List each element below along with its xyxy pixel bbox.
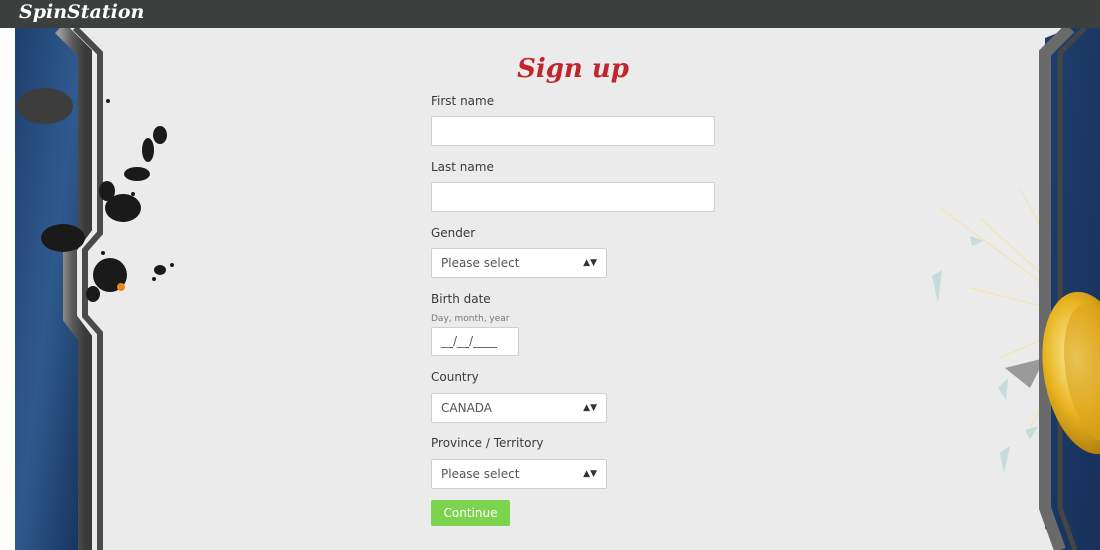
select-arrows-icon: ▲▼ — [583, 469, 597, 479]
province-select[interactable]: Please select ▲▼ — [431, 459, 607, 489]
continue-button[interactable]: Continue — [431, 500, 510, 526]
page-title: Sign up — [517, 54, 629, 84]
select-arrows-icon: ▲▼ — [583, 258, 597, 268]
birth-date-hint: Day, month, year — [431, 314, 510, 324]
birth-date-label: Birth date — [431, 292, 491, 306]
province-select-value: Please select — [441, 467, 520, 481]
birth-date-input[interactable]: __/__/____ — [431, 327, 519, 356]
country-label: Country — [431, 370, 479, 384]
select-arrows-icon: ▲▼ — [583, 403, 597, 413]
gender-select[interactable]: Please select ▲▼ — [431, 248, 607, 278]
last-name-input[interactable] — [431, 182, 715, 212]
country-select-value: CANADA — [441, 401, 493, 415]
top-bar: SpinStation — [0, 0, 1100, 28]
spaceship-frame-left-decoration — [15, 28, 174, 550]
province-label: Province / Territory — [431, 436, 544, 450]
site-logo[interactable]: SpinStation — [19, 0, 144, 24]
last-name-label: Last name — [431, 160, 494, 174]
first-name-input[interactable] — [431, 116, 715, 146]
gender-label: Gender — [431, 226, 476, 240]
country-select[interactable]: CANADA ▲▼ — [431, 393, 607, 423]
gender-select-value: Please select — [441, 256, 520, 270]
spaceship-frame-right-decoration — [932, 28, 1100, 550]
first-name-label: First name — [431, 94, 495, 108]
